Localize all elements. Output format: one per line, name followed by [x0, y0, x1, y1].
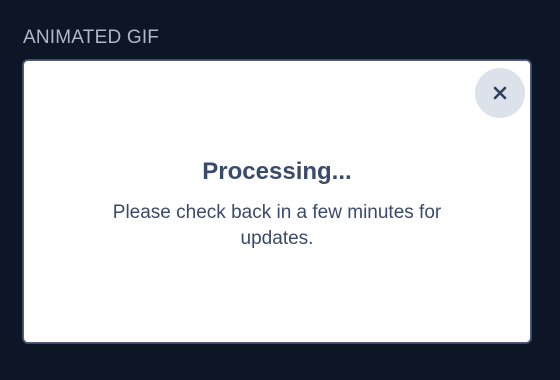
processing-message: Please check back in a few minutes for u…	[112, 202, 442, 249]
close-icon	[493, 86, 507, 100]
close-button[interactable]	[475, 68, 525, 118]
processing-panel: Processing... Please check back in a few…	[23, 60, 531, 343]
section-label: ANIMATED GIF	[23, 27, 160, 48]
processing-title: Processing...	[202, 158, 352, 185]
